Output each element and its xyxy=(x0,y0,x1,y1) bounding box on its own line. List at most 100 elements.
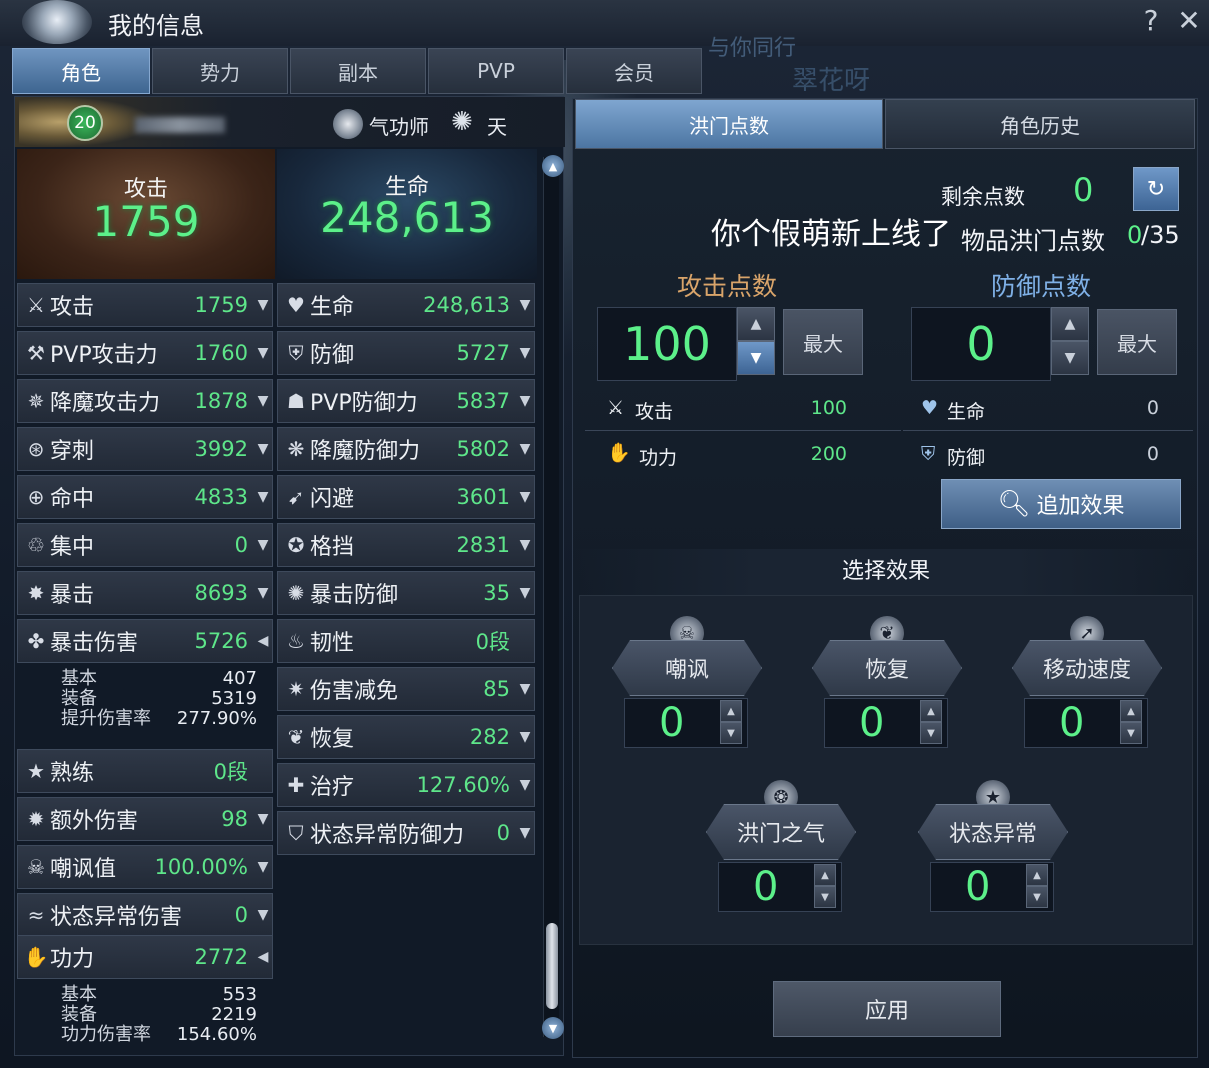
stat-row-heart[interactable]: ♥ 生命 248,613 ▼ xyxy=(277,283,535,327)
tab-hongmen-points[interactable]: 洪门点数 xyxy=(575,99,883,149)
expand-arrow-icon[interactable]: ▼ xyxy=(254,393,272,409)
window-title: 我的信息 xyxy=(108,12,204,40)
expand-arrow-icon[interactable]: ▼ xyxy=(516,489,534,505)
effect-move-speed-decrement[interactable]: ▼ xyxy=(1120,722,1142,744)
game-logo-icon xyxy=(22,0,92,44)
stat-row-toughness[interactable]: ♨ 韧性 0段 xyxy=(277,619,535,663)
close-button[interactable]: ✕ xyxy=(1172,4,1206,37)
expand-arrow-icon[interactable]: ▼ xyxy=(254,297,272,313)
stat-row-focus[interactable]: ♲ 集中 0 ▼ xyxy=(17,523,273,567)
stat-row-skull[interactable]: ☠ 嘲讽值 100.00% ▼ xyxy=(17,845,273,889)
attack-points-decrement[interactable]: ▼ xyxy=(737,341,775,375)
stat-row-status-defense[interactable]: ⛉ 状态异常防御力 0 ▼ xyxy=(277,811,535,855)
expand-arrow-icon[interactable]: ▼ xyxy=(516,393,534,409)
stat-row-demon-attack[interactable]: ✵ 降魔攻击力 1878 ▼ xyxy=(17,379,273,423)
stats-scrollbar[interactable]: ▲ ▼ xyxy=(542,155,564,1039)
expand-arrow-icon[interactable]: ▼ xyxy=(254,345,272,361)
tab-dungeon[interactable]: 副本 xyxy=(290,48,426,94)
expand-arrow-icon[interactable]: ▼ xyxy=(254,811,272,827)
scroll-down-icon[interactable]: ▼ xyxy=(542,1017,564,1039)
stat-row-sword[interactable]: ⚔ 攻击 1759 ▼ xyxy=(17,283,273,327)
expand-arrow-icon[interactable]: ▼ xyxy=(516,825,534,841)
defense-points-increment[interactable]: ▲ xyxy=(1051,307,1089,341)
stat-value: 5837 xyxy=(456,389,510,413)
sword-icon: ⚔ xyxy=(27,293,45,317)
effect-hongmen-spirit-decrement[interactable]: ▼ xyxy=(814,886,836,908)
expand-arrow-icon[interactable]: ▼ xyxy=(254,907,272,923)
power-detail-label: 功力伤害率 xyxy=(61,1024,151,1045)
collapse-arrow-icon[interactable]: ◀ xyxy=(254,633,272,649)
stat-row-power[interactable]: ✋ 功力 2772 ◀ xyxy=(17,935,273,979)
chevron-up-icon: ▲ xyxy=(927,705,935,717)
stat-value: 5802 xyxy=(456,437,510,461)
effect-taunt-decrement[interactable]: ▼ xyxy=(720,722,742,744)
expand-arrow-icon[interactable]: ▼ xyxy=(254,537,272,553)
expand-arrow-icon[interactable]: ▼ xyxy=(516,729,534,745)
stat-row-evasion[interactable]: ➹ 闪避 3601 ▼ xyxy=(277,475,535,519)
effect-recovery-increment[interactable]: ▲ xyxy=(920,700,942,722)
expand-arrow-icon[interactable]: ▼ xyxy=(516,297,534,313)
stat-row-damage-reduction[interactable]: ✷ 伤害减免 85 ▼ xyxy=(277,667,535,711)
stat-row-crit-damage[interactable]: ✤ 暴击伤害 5726 ◀ xyxy=(17,619,273,663)
expand-arrow-icon[interactable]: ▼ xyxy=(254,489,272,505)
effect-status-increment[interactable]: ▲ xyxy=(1026,864,1048,886)
expand-arrow-icon[interactable]: ▼ xyxy=(516,585,534,601)
expand-arrow-icon[interactable]: ▼ xyxy=(516,777,534,793)
apply-button[interactable]: 应用 xyxy=(773,981,1001,1037)
scroll-thumb[interactable] xyxy=(546,923,558,1009)
stat-row-crit-defense[interactable]: ✺ 暴击防御 35 ▼ xyxy=(277,571,535,615)
stat-row-extra-damage[interactable]: ✹ 额外伤害 98 ▼ xyxy=(17,797,273,841)
tab-character[interactable]: 角色 xyxy=(12,48,150,94)
stat-row-heal[interactable]: ✚ 治疗 127.60% ▼ xyxy=(277,763,535,807)
stat-row-shield[interactable]: ⛨ 防御 5727 ▼ xyxy=(277,331,535,375)
expand-arrow-icon[interactable]: ▼ xyxy=(516,441,534,457)
attack-max-button[interactable]: 最大 xyxy=(783,309,863,375)
expand-arrow-icon[interactable]: ▼ xyxy=(516,681,534,697)
character-name-blurred xyxy=(135,117,225,133)
add-effect-button[interactable]: 🔍︎ 追加效果 xyxy=(941,479,1181,529)
stat-row-demon-defense[interactable]: ❋ 降魔防御力 5802 ▼ xyxy=(277,427,535,471)
effect-recovery-decrement[interactable]: ▼ xyxy=(920,722,942,744)
tab-membership[interactable]: 会员 xyxy=(566,48,702,94)
collapse-arrow-icon[interactable]: ◀ xyxy=(254,949,272,965)
stat-row-pierce[interactable]: ⊛ 穿刺 3992 ▼ xyxy=(17,427,273,471)
stat-row-target[interactable]: ⊕ 命中 4833 ▼ xyxy=(17,475,273,519)
pierce-icon: ⊛ xyxy=(27,437,45,461)
defense-points-field[interactable]: 0 xyxy=(911,307,1051,381)
stat-name: 防御 xyxy=(310,343,355,368)
effect-move-speed-increment[interactable]: ▲ xyxy=(1120,700,1142,722)
defense-points-decrement[interactable]: ▼ xyxy=(1051,341,1089,375)
stat-row-pvp-defense[interactable]: ☗ PVP防御力 5837 ▼ xyxy=(277,379,535,423)
chevron-up-icon: ▲ xyxy=(1127,705,1135,717)
tab-faction[interactable]: 势力 xyxy=(152,48,288,94)
stat-row-critical[interactable]: ✸ 暴击 8693 ▼ xyxy=(17,571,273,615)
stat-name: 状态异常防御力 xyxy=(310,823,465,848)
effect-status-decrement[interactable]: ▼ xyxy=(1026,886,1048,908)
attack-points-increment[interactable]: ▲ xyxy=(737,307,775,341)
stat-row-block[interactable]: ✪ 格挡 2831 ▼ xyxy=(277,523,535,567)
chevron-down-icon: ▼ xyxy=(1064,350,1076,366)
effect-hongmen-spirit-increment[interactable]: ▲ xyxy=(814,864,836,886)
stat-value: 3601 xyxy=(456,485,510,509)
stat-row-pvp-attack[interactable]: ⚒ PVP攻击力 1760 ▼ xyxy=(17,331,273,375)
expand-arrow-icon[interactable]: ▼ xyxy=(254,585,272,601)
stat-row-status-damage[interactable]: ≈ 状态异常伤害 0 ▼ xyxy=(17,893,273,937)
attack-points-field[interactable]: 100 xyxy=(597,307,737,381)
chevron-up-icon: ▲ xyxy=(1033,869,1041,881)
effect-taunt-increment[interactable]: ▲ xyxy=(720,700,742,722)
expand-arrow-icon[interactable]: ▼ xyxy=(254,859,272,875)
scroll-up-icon[interactable]: ▲ xyxy=(542,155,564,177)
tab-character-history[interactable]: 角色历史 xyxy=(885,99,1195,149)
stat-name: 集中 xyxy=(50,535,95,560)
expand-arrow-icon[interactable]: ▼ xyxy=(254,441,272,457)
tab-pvp[interactable]: PVP xyxy=(428,48,564,94)
defense-max-button[interactable]: 最大 xyxy=(1097,309,1177,375)
expand-arrow-icon[interactable]: ▼ xyxy=(516,345,534,361)
reset-points-button[interactable]: ↻ xyxy=(1133,167,1179,211)
stat-row-mastery[interactable]: ★ 熟练 0段 xyxy=(17,749,273,793)
expand-arrow-icon[interactable]: ▼ xyxy=(516,537,534,553)
stat-name: 嘲讽值 xyxy=(50,857,117,882)
help-button[interactable]: ? xyxy=(1134,4,1168,37)
stat-value: 35 xyxy=(483,581,510,605)
stat-row-recovery[interactable]: ❦ 恢复 282 ▼ xyxy=(277,715,535,759)
